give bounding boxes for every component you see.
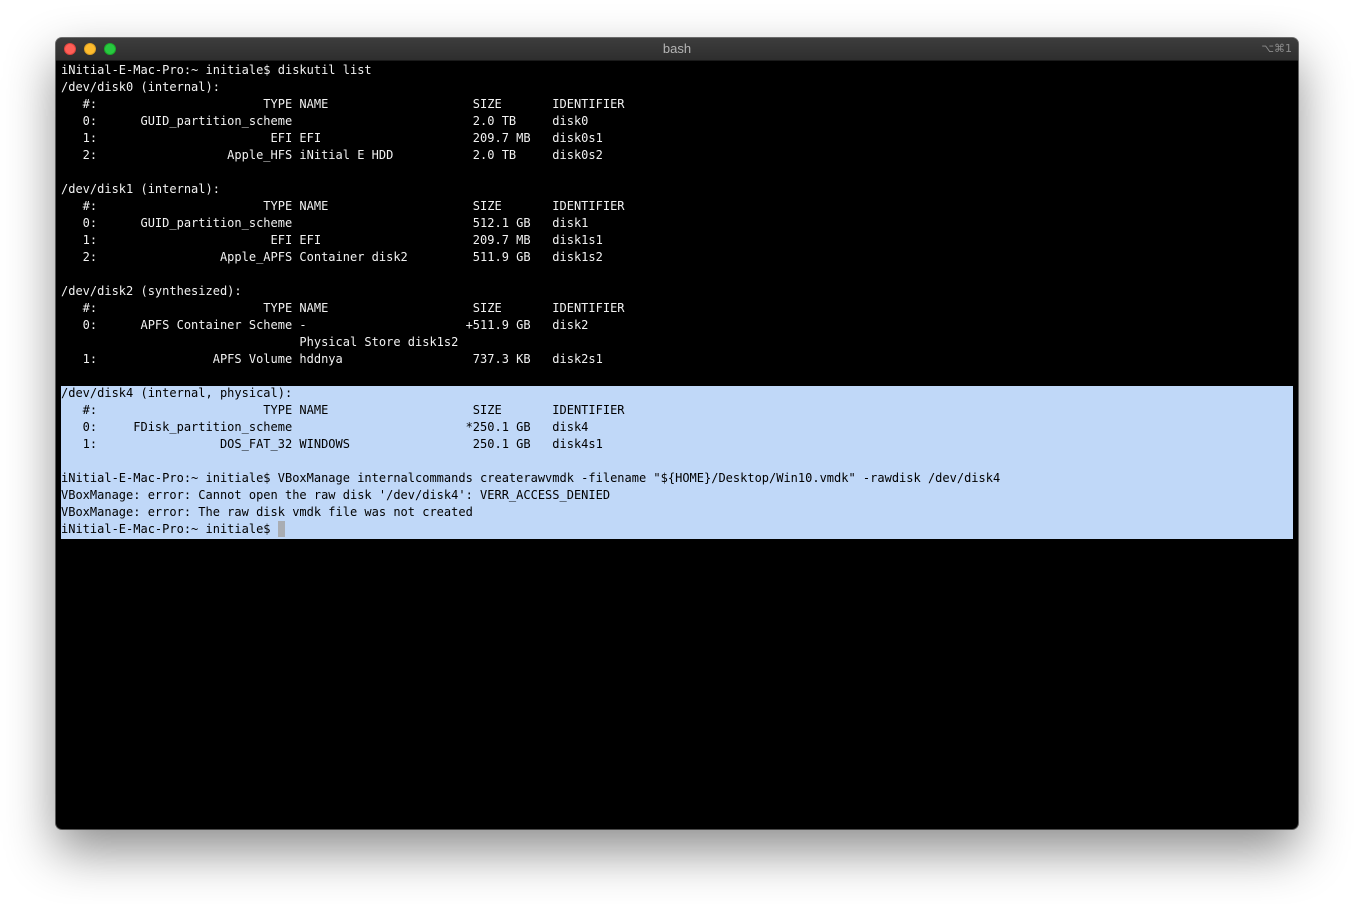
terminal-line: #: TYPE NAME SIZE IDENTIFIER [61,403,625,417]
terminal-line: iNitial-E-Mac-Pro:~ initiale$ diskutil l… [61,63,372,77]
terminal-line: 1: EFI EFI 209.7 MB disk1s1 [61,233,603,247]
terminal-line: 0: GUID_partition_scheme 512.1 GB disk1 [61,216,589,230]
terminal-line: 1: DOS_FAT_32 WINDOWS 250.1 GB disk4s1 [61,437,603,451]
terminal-line: VBoxManage: error: Cannot open the raw d… [61,488,611,502]
terminal-line: #: TYPE NAME SIZE IDENTIFIER [61,97,625,111]
terminal-line: 1: EFI EFI 209.7 MB disk0s1 [61,131,603,145]
terminal-line: #: TYPE NAME SIZE IDENTIFIER [61,301,625,315]
terminal-line: 2: Apple_APFS Container disk2 511.9 GB d… [61,250,603,264]
terminal-window: bash ⌥⌘1 iNitial-E-Mac-Pro:~ initiale$ d… [56,38,1298,829]
terminal-line: Physical Store disk1s2 [61,335,459,349]
title-bar[interactable]: bash ⌥⌘1 [56,38,1298,61]
terminal-line: 2: Apple_HFS iNitial E HDD 2.0 TB disk0s… [61,148,603,162]
window-title: bash [662,41,692,56]
terminal-line: 0: FDisk_partition_scheme *250.1 GB disk… [61,420,589,434]
terminal-line: 1: APFS Volume hddnya 737.3 KB disk2s1 [61,352,603,366]
terminal-line: #: TYPE NAME SIZE IDENTIFIER [61,199,625,213]
terminal-line: /dev/disk0 (internal): [61,80,220,94]
terminal-line: /dev/disk1 (internal): [61,182,220,196]
terminal-line: /dev/disk2 (synthesized): [61,284,242,298]
terminal-line: iNitial-E-Mac-Pro:~ initiale$ VBoxManage… [61,471,1001,485]
prompt-line[interactable]: iNitial-E-Mac-Pro:~ initiale$ [61,521,1000,538]
terminal-output[interactable]: iNitial-E-Mac-Pro:~ initiale$ diskutil l… [56,61,1298,829]
terminal-lines[interactable]: iNitial-E-Mac-Pro:~ initiale$ diskutil l… [61,62,1000,538]
terminal-line: /dev/disk4 (internal, physical): [61,386,293,400]
text-cursor [278,521,285,537]
terminal-line: 0: APFS Container Scheme - +511.9 GB dis… [61,318,589,332]
terminal-line: VBoxManage: error: The raw disk vmdk fil… [61,505,473,519]
window-shortcut-label: ⌥⌘1 [1261,42,1292,55]
terminal-line: 0: GUID_partition_scheme 2.0 TB disk0 [61,114,589,128]
